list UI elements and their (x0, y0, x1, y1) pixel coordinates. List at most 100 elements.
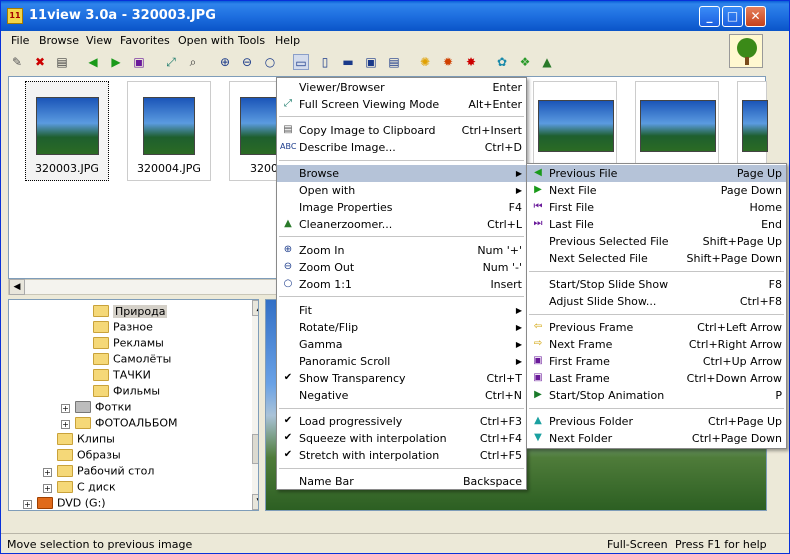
menu-item-squeeze-interpolation[interactable]: ✔ Squeeze with interpolation Ctrl+F4 (277, 430, 526, 447)
close-button[interactable]: ✕ (745, 6, 766, 27)
thumbnail-item[interactable]: 320003.JPG (25, 81, 109, 181)
tree-node[interactable]: Клипы (57, 432, 115, 448)
scroll-up-button[interactable]: ▲ (252, 300, 258, 316)
submenu-item-first-frame[interactable]: ▣ First Frame Ctrl+Up Arrow (527, 353, 786, 370)
menu-item-zoom-in[interactable]: ⊕ Zoom In Num '+' (277, 242, 526, 259)
menu-favorites[interactable]: Favorites (120, 34, 170, 47)
scroll-left-button[interactable]: ◀ (9, 279, 25, 295)
submenu-item-previous-selected[interactable]: Previous Selected File Shift+Page Up (527, 233, 786, 250)
zoom-in-icon[interactable]: ⊕ (217, 54, 233, 70)
squeeze-icon[interactable]: ▤ (386, 54, 402, 70)
submenu-item-next-frame[interactable]: ⇨ Next Frame Ctrl+Right Arrow (527, 336, 786, 353)
thumbnail-item[interactable]: 320004.JPG (127, 81, 211, 181)
submenu-item-first-file[interactable]: ⏮ First File Home (527, 199, 786, 216)
menu-browse[interactable]: Browse (39, 34, 79, 47)
window-title: 11view 3.0a - 320003.JPG (29, 8, 216, 23)
tree-node[interactable]: ФОТОАЛЬБОМ (75, 416, 178, 432)
menu-item-viewer-browser[interactable]: Viewer/Browser Enter (277, 79, 526, 96)
tree-node[interactable]: С диск (57, 480, 116, 496)
wallpaper-icon[interactable]: ▲ (539, 54, 555, 70)
menu-item-zoom-out[interactable]: ⊖ Zoom Out Num '-' (277, 259, 526, 276)
scroll-thumb[interactable] (252, 434, 258, 464)
folder-icon (57, 433, 73, 445)
arrow-left-icon: ◀ (534, 167, 542, 178)
expand-button[interactable]: + (43, 468, 52, 477)
menu-item-panoramic-scroll[interactable]: Panoramic Scroll ▶ (277, 353, 526, 370)
tree-node[interactable]: Разное (93, 320, 153, 336)
submenu-item-next-selected[interactable]: Next Selected File Shift+Page Down (527, 250, 786, 267)
menu-file[interactable]: File (11, 34, 29, 47)
submenu-item-adjust-slide-show[interactable]: Adjust Slide Show... Ctrl+F8 (527, 293, 786, 310)
menu-item-negative[interactable]: Negative Ctrl+N (277, 387, 526, 404)
menu-item-browse[interactable]: Browse ▶ (277, 165, 526, 182)
submenu-item-last-frame[interactable]: ▣ Last Frame Ctrl+Down Arrow (527, 370, 786, 387)
menu-item-copy-image[interactable]: ▤ Copy Image to Clipboard Ctrl+Insert (277, 122, 526, 139)
submenu-item-slide-show[interactable]: Start/Stop Slide Show F8 (527, 276, 786, 293)
expand-button[interactable]: + (61, 420, 70, 429)
menu-item-cleanerzoomer[interactable]: ▲ Cleanerzoomer... Ctrl+L (277, 216, 526, 233)
tree-node[interactable]: Образы (57, 448, 121, 464)
arrow-right-icon[interactable]: ▶ (108, 54, 124, 70)
submenu-item-last-file[interactable]: ⏭ Last File End (527, 216, 786, 233)
menu-item-show-transparency[interactable]: ✔ Show Transparency Ctrl+T (277, 370, 526, 387)
menu-item-load-progressively[interactable]: ✔ Load progressively Ctrl+F3 (277, 413, 526, 430)
folder-icon (93, 353, 109, 365)
fullscreen-icon[interactable]: ⤢ (163, 54, 179, 70)
arrow-left-icon[interactable]: ◀ (85, 54, 101, 70)
zoom-actual-icon[interactable]: ○ (262, 54, 278, 70)
fit-width-icon[interactable]: ▬ (340, 54, 356, 70)
menu-item-stretch-interpolation[interactable]: ✔ Stretch with interpolation Ctrl+F5 (277, 447, 526, 464)
submenu-item-previous-frame[interactable]: ⇦ Previous Frame Ctrl+Left Arrow (527, 319, 786, 336)
expand-button[interactable]: + (43, 484, 52, 493)
reset-icon[interactable]: ✸ (463, 54, 479, 70)
tree-logo-icon (737, 38, 757, 58)
settings-icon[interactable]: ✿ (494, 54, 510, 70)
menu-item-full-screen[interactable]: ⤢ Full Screen Viewing Mode Alt+Enter (277, 96, 526, 113)
menu-item-fit[interactable]: Fit ▶ (277, 302, 526, 319)
tree-node[interactable]: Фильмы (93, 384, 160, 400)
fit-view-icon[interactable]: ▭ (293, 54, 309, 70)
zoom-out-icon[interactable]: ⊖ (239, 54, 255, 70)
menu-item-rotate-flip[interactable]: Rotate/Flip ▶ (277, 319, 526, 336)
stretch-icon[interactable]: ▣ (363, 54, 379, 70)
tree-node[interactable]: Природа (93, 304, 168, 320)
tree-node[interactable]: Рекламы (93, 336, 164, 352)
menu-item-image-properties[interactable]: Image Properties F4 (277, 199, 526, 216)
expand-button[interactable]: + (61, 404, 70, 413)
menu-help[interactable]: Help (275, 34, 300, 47)
fit-height-icon[interactable]: ▯ (317, 54, 333, 70)
submenu-item-next-folder[interactable]: ▼ Next Folder Ctrl+Page Down (527, 430, 786, 447)
submenu-item-animation[interactable]: ▶ Start/Stop Animation P (527, 387, 786, 404)
tree-node[interactable]: Фотки (75, 400, 131, 416)
menu-item-open-with[interactable]: Open with ▶ (277, 182, 526, 199)
submenu-item-previous-file[interactable]: ◀ Previous File Page Up (527, 165, 786, 182)
menu-tools[interactable]: Tools (238, 34, 265, 47)
find-icon[interactable]: ⌕ (185, 54, 201, 70)
edit-icon[interactable]: ✎ (9, 54, 25, 70)
slideshow-icon[interactable]: ▣ (131, 54, 147, 70)
menu-item-name-bar[interactable]: Name Bar Backspace (277, 473, 526, 490)
menu-item-describe-image[interactable]: ABC Describe Image... Ctrl+D (277, 139, 526, 156)
minimize-button[interactable]: _ (699, 6, 720, 27)
menu-open-with[interactable]: Open with (178, 34, 234, 47)
tree-node[interactable]: Рабочий стол (57, 464, 154, 480)
title-bar[interactable]: 11 11view 3.0a - 320003.JPG _ □ ✕ (1, 1, 789, 31)
submenu-item-previous-folder[interactable]: ▲ Previous Folder Ctrl+Page Up (527, 413, 786, 430)
tree-scrollbar[interactable]: ▲ ▼ (252, 300, 258, 510)
contrast-icon[interactable]: ✹ (440, 54, 456, 70)
effects-icon[interactable]: ❖ (517, 54, 533, 70)
submenu-arrow-icon: ▶ (515, 186, 522, 195)
menu-item-gamma[interactable]: Gamma ▶ (277, 336, 526, 353)
print-icon[interactable]: ▤ (54, 54, 70, 70)
tree-node[interactable]: Самолёты (93, 352, 171, 368)
expand-button[interactable]: + (23, 500, 32, 509)
menu-item-zoom-1-1[interactable]: ○ Zoom 1:1 Insert (277, 276, 526, 293)
tree-node[interactable]: DVD (G:) (37, 496, 106, 510)
menu-view[interactable]: View (86, 34, 112, 47)
brightness-icon[interactable]: ✺ (417, 54, 433, 70)
submenu-item-next-file[interactable]: ▶ Next File Page Down (527, 182, 786, 199)
delete-icon[interactable]: ✖ (32, 54, 48, 70)
maximize-button[interactable]: □ (722, 6, 743, 27)
scroll-down-button[interactable]: ▼ (252, 494, 258, 510)
tree-node[interactable]: ТАЧКИ (93, 368, 151, 384)
